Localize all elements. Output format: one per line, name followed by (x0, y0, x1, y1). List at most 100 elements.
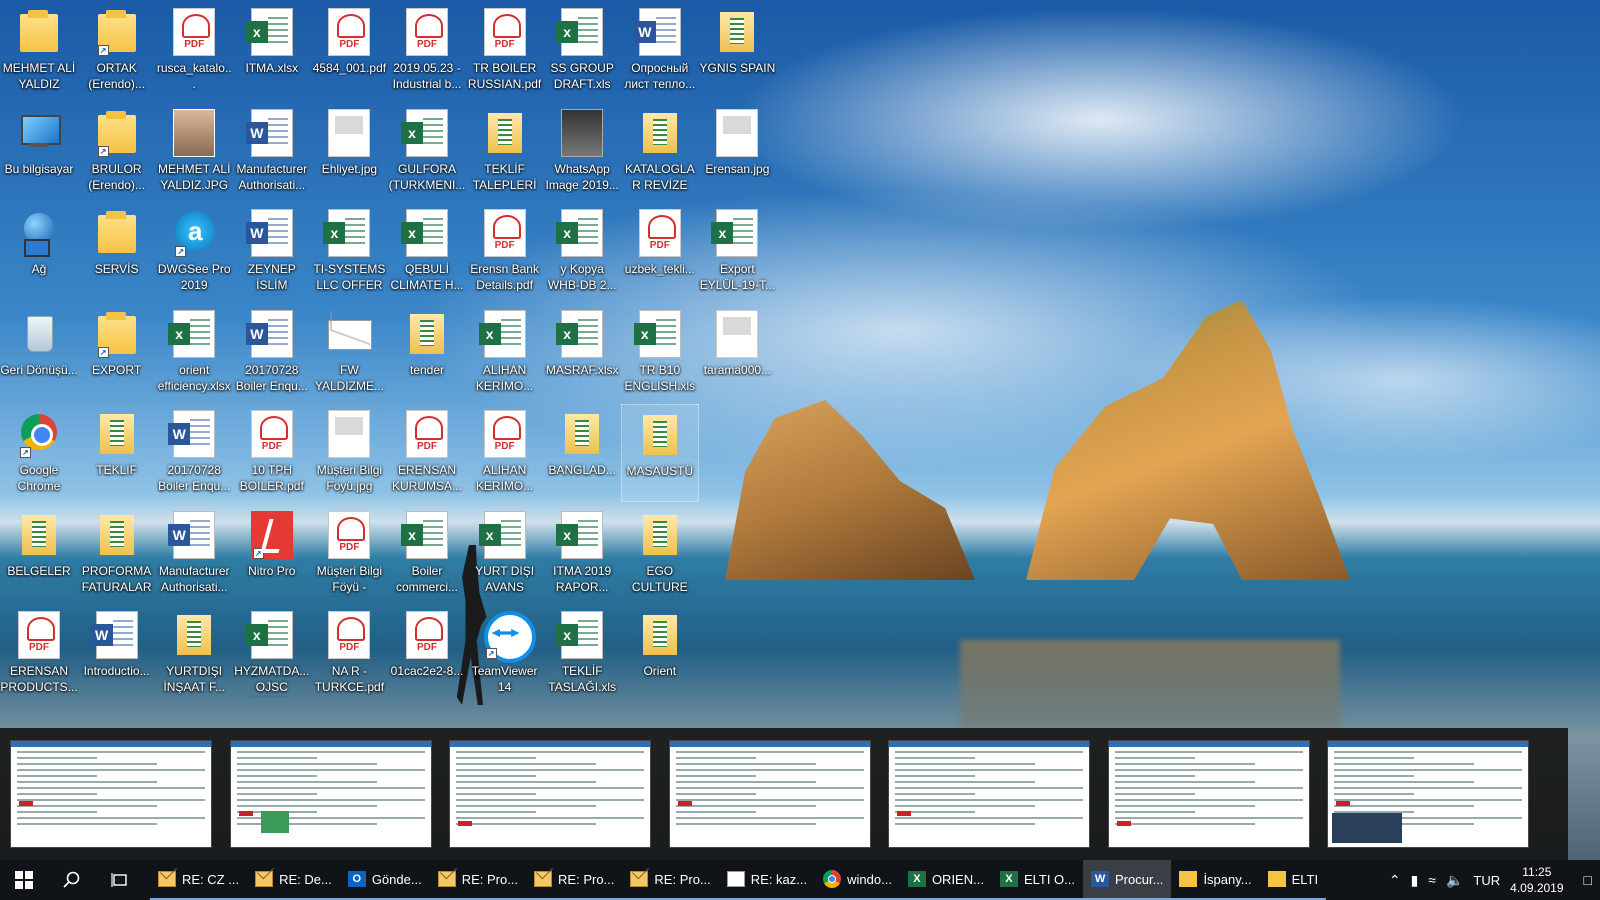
desktop-icon[interactable]: x GULFORA (TURKMENI... (388, 103, 466, 201)
desktop-icon[interactable]: PDF Müşteri Bilgi Föyü - GULF... (310, 505, 388, 603)
desktop-icon[interactable]: KATALOGLAR REVİZE (621, 103, 699, 201)
taskbar-app-button[interactable]: X ELTI O... (991, 860, 1084, 900)
task-view-icon[interactable] (96, 860, 144, 900)
desktop-icon[interactable]: PDF TR BOILER RUSSIAN.pdf (466, 2, 544, 100)
desktop-icon[interactable]: x YURT DIŞI AVANS TALE... (466, 505, 544, 603)
desktop-icon[interactable]: x QEBULİ CLIMATE H... (388, 203, 466, 301)
taskbar-app-button[interactable]: ELTI (1259, 860, 1327, 900)
desktop-icon[interactable]: ↗ TeamViewer 14 (466, 605, 544, 703)
desktop-icon[interactable]: x TI-SYSTEMS LLC OFFER E... (310, 203, 388, 301)
window-thumbnail[interactable] (668, 740, 871, 848)
desktop-icon[interactable]: x HYZMATDA... OJSC OFFER... (233, 605, 311, 703)
desktop-icon[interactable]: W Introductio... (78, 605, 156, 703)
desktop-icon[interactable]: MEHMET ALİ YALDIZ.JPG (155, 103, 233, 201)
desktop-icon[interactable]: x orient efficiency.xlsx (155, 304, 233, 402)
desktop-icon[interactable]: BELGELER (0, 505, 78, 603)
taskbar-app-button[interactable]: RE: kaz... (718, 860, 816, 900)
desktop-icon[interactable]: x ITMA.xlsx (233, 2, 311, 100)
desktop-icon[interactable]: x Boiler commerci... (388, 505, 466, 603)
desktop-icon[interactable]: YURTDIŞI İNŞAAT F... (155, 605, 233, 703)
shortcut-arrow-icon: ↗ (20, 447, 31, 458)
desktop-icon[interactable]: MASAÜSTÜ (620, 404, 699, 502)
desktop-icon[interactable]: SERVİS (78, 203, 156, 301)
taskbar-app-button[interactable]: W Procur... (1083, 860, 1172, 900)
desktop-icon[interactable]: ↗ Nitro Pro (233, 505, 311, 603)
desktop-icon[interactable]: PDF ERENSAN KURUMSA... (388, 404, 466, 502)
desktop-icon[interactable]: Geri Dönüşü... (0, 304, 78, 402)
taskbar-app-button[interactable]: RE: Pro... (526, 860, 623, 900)
desktop-icon[interactable]: W ZEYNEP İSLİM SCHE... (233, 203, 311, 301)
desktop-icon[interactable]: PDF 10 TPH BOILER.pdf (233, 404, 311, 502)
desktop-icon[interactable]: Erensan.jpg (698, 103, 776, 201)
desktop-icon[interactable]: PDF ERENSAN PRODUCTS... (0, 605, 78, 703)
desktop-icon[interactable]: W Опросный лист тепло... (621, 2, 699, 100)
taskbar-app-button[interactable]: RE: Pro... (429, 860, 527, 900)
desktop-icon[interactable]: MEHMET ALİ YALDIZ (0, 2, 78, 100)
input-language[interactable]: TUR (1473, 873, 1500, 888)
desktop-icon[interactable]: ↗ ORTAK (Erendo)... (78, 2, 156, 100)
desktop-icon[interactable]: x TR B10 ENGLISH.xls (621, 304, 699, 402)
desktop-icon[interactable]: Müşteri Bilgi Föyü.jpg (310, 404, 388, 502)
taskbar-app-button[interactable]: RE: De... (247, 860, 340, 900)
window-thumbnail[interactable] (1327, 740, 1529, 848)
desktop-icon[interactable]: x SS GROUP DRAFT.xls (543, 2, 621, 100)
desktop-icon[interactable]: PDF Erensn Bank Details.pdf (466, 203, 544, 301)
desktop-icon[interactable]: PDF NA R - TURKCE.pdf (310, 605, 388, 703)
desktop-icon[interactable]: PROFORMA FATURALAR (78, 505, 156, 603)
desktop-icon[interactable]: TEKLİF (78, 404, 156, 502)
window-thumbnail[interactable] (10, 740, 212, 848)
desktop-icon[interactable]: FW YALDIZME... (310, 304, 388, 402)
window-thumbnail[interactable] (1107, 740, 1310, 848)
desktop-icon[interactable]: Bu bilgisayar (0, 103, 78, 201)
taskbar-app-button[interactable]: O Gönde... (339, 860, 430, 900)
window-thumbnail[interactable] (229, 740, 432, 848)
desktop-icon[interactable]: PDF ALİHAN KERİMO... (466, 404, 544, 502)
desktop-icon[interactable]: x MASRAF.xlsx (543, 304, 621, 402)
desktop-icon[interactable]: W 20170728 Boiler Enqu... (155, 404, 233, 502)
desktop-icon[interactable]: PDF 01cac2e2-8... (388, 605, 466, 703)
desktop-icon[interactable]: W Manufacturer Authorisati... (233, 103, 311, 201)
taskbar-app-button[interactable]: RE: Pro... (622, 860, 719, 900)
desktop-icon[interactable]: ↗ EXPORT (78, 304, 156, 402)
desktop-icon[interactable]: x TEKLİF TASLAĞI.xls (543, 605, 621, 703)
desktop-icon[interactable]: Ehliyet.jpg (310, 103, 388, 201)
desktop-icon[interactable]: PDF uzbek_tekli... (621, 203, 699, 301)
clock[interactable]: 11:25 4.09.2019 (1510, 864, 1563, 896)
window-thumbnail[interactable] (888, 740, 1090, 848)
word-file-icon: W (90, 611, 138, 659)
desktop-icon[interactable]: x y Kopya WHB-DB 2... (543, 203, 621, 301)
window-thumbnail[interactable] (449, 740, 651, 848)
desktop-icon[interactable]: W 20170728 Boiler Enqu... (233, 304, 311, 402)
desktop-icon[interactable]: tender (388, 304, 466, 402)
desktop-icon[interactable]: WhatsApp Image 2019... (543, 103, 621, 201)
taskbar-app-button[interactable]: windo... (815, 860, 900, 900)
desktop-icon[interactable]: Orient (621, 605, 699, 703)
volume-icon[interactable]: 🔈 (1446, 872, 1463, 889)
desktop-icon[interactable]: EGO CULTURE (621, 505, 699, 603)
desktop-icon[interactable]: BANGLAD... (543, 404, 621, 502)
taskbar-app-button[interactable]: İspany... (1171, 860, 1260, 900)
taskbar-app-button[interactable]: X ORIEN... (899, 860, 992, 900)
desktop-icon[interactable]: PDF 2019.05.23 - Industrial b... (388, 2, 466, 100)
desktop-icon[interactable]: ↗ DWGSee Pro 2019 (155, 203, 233, 301)
desktop-icon[interactable]: x ITMA 2019 RAPOR... (543, 505, 621, 603)
desktop-icon[interactable]: ↗ BRULOR (Erendo)... (78, 103, 156, 201)
chevron-up-icon[interactable]: ⌃ (1389, 872, 1401, 889)
desktop-icon[interactable]: YGNIS SPAIN (698, 2, 776, 100)
desktop-icon[interactable]: x ALİHAN KERİMO... (466, 304, 544, 402)
desktop-icon[interactable]: tarama000... (698, 304, 776, 402)
desktop-icon[interactable]: x Export EYLÜL-19-T... (698, 203, 776, 301)
taskbar-app-label: RE: Pro... (654, 871, 711, 887)
desktop-icon[interactable]: W Manufacturer Authorisati... (155, 505, 233, 603)
desktop-icon[interactable]: PDF 4584_001.pdf (310, 2, 388, 100)
search-icon[interactable] (48, 860, 96, 900)
wifi-icon[interactable]: ≈ (1428, 872, 1436, 888)
battery-icon[interactable]: ▮ (1411, 872, 1419, 889)
notifications-icon[interactable]: □ (1584, 872, 1592, 888)
desktop-icon[interactable]: ↗ Google Chrome (0, 404, 78, 502)
taskbar-app-button[interactable]: RE: CZ ... (150, 860, 248, 900)
desktop-icon[interactable]: TEKLİF TALEPLERİ (466, 103, 544, 201)
desktop-icon[interactable]: Ağ (0, 203, 78, 301)
desktop-icon[interactable]: PDF rusca_katalo... (155, 2, 233, 100)
windows-start-icon[interactable] (0, 860, 48, 900)
